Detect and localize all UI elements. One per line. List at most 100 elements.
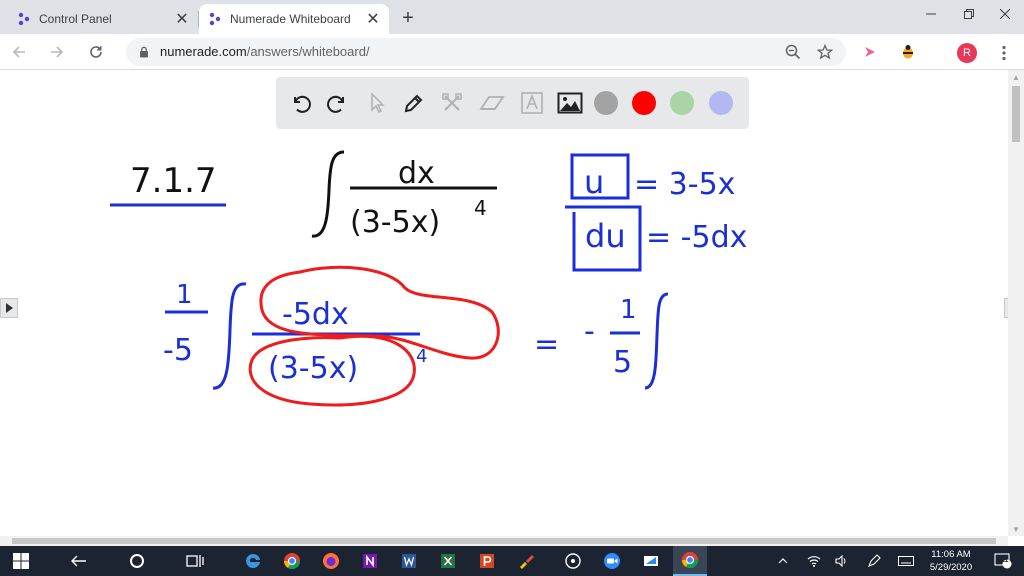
color-gray-swatch[interactable] xyxy=(594,91,618,115)
word-icon xyxy=(402,554,416,568)
scroll-down-icon[interactable]: ▼ xyxy=(1008,522,1024,536)
word-app-button[interactable] xyxy=(392,546,426,576)
color-red-swatch[interactable] xyxy=(632,91,656,115)
zoom-app-button[interactable] xyxy=(595,546,629,576)
pen-workspace-button[interactable] xyxy=(866,553,882,569)
zoom-button[interactable] xyxy=(783,42,803,62)
bee-extension-icon xyxy=(903,45,913,59)
text-tool-button[interactable] xyxy=(518,89,546,117)
wifi-status-button[interactable] xyxy=(806,553,822,569)
reload-button[interactable] xyxy=(82,38,110,66)
vertical-scroll-thumb[interactable] xyxy=(1012,86,1020,142)
clear-tool-button[interactable] xyxy=(438,89,466,117)
left-panel-toggle[interactable] xyxy=(0,298,18,318)
media-app-button[interactable] xyxy=(556,546,590,576)
wifi-icon xyxy=(807,556,821,567)
redo-icon xyxy=(327,95,344,113)
chrome-app-button[interactable] xyxy=(275,546,309,576)
pen-tool-button[interactable] xyxy=(400,89,428,117)
firefox-icon xyxy=(323,553,339,569)
profile-avatar[interactable]: R xyxy=(957,43,977,63)
tab-strip: Control Panel ✕ Numerade Whiteboard ✕ + xyxy=(0,0,1024,34)
cortana-circle-icon xyxy=(130,554,144,568)
tab-control-panel[interactable]: Control Panel ✕ xyxy=(8,4,198,34)
clear-icon xyxy=(442,93,462,111)
snip-app-button[interactable] xyxy=(634,546,668,576)
pen-workspace-icon xyxy=(868,554,881,567)
vertical-scrollbar[interactable]: ▲ ▼ xyxy=(1008,70,1024,536)
close-tab-icon[interactable]: ✕ xyxy=(363,9,383,29)
whiteboard-canvas[interactable] xyxy=(0,70,1008,536)
arrow-right-icon xyxy=(6,303,13,313)
pen-icon xyxy=(404,94,423,113)
back-button[interactable] xyxy=(5,38,33,66)
chrome-icon xyxy=(681,552,699,569)
horizontal-scroll-thumb[interactable] xyxy=(12,538,996,544)
clock-date: 5/29/2020 xyxy=(929,562,973,573)
edge-app-button[interactable] xyxy=(236,546,270,576)
extension-honey-button[interactable] xyxy=(898,42,918,62)
address-bar[interactable]: numerade.com/answers/whiteboard/ xyxy=(126,38,846,66)
tab-numerade-whiteboard[interactable]: Numerade Whiteboard ✕ xyxy=(199,4,389,34)
notification-count: 11 xyxy=(1001,557,1009,564)
task-view-icon xyxy=(186,555,204,567)
show-hidden-icons-button[interactable] xyxy=(775,553,791,569)
scroll-up-icon[interactable]: ▲ xyxy=(1008,70,1024,84)
minimize-icon xyxy=(926,13,936,15)
color-green-swatch[interactable] xyxy=(670,91,694,115)
image-tool-button[interactable] xyxy=(556,89,584,117)
lock-icon xyxy=(140,46,148,58)
firefox-app-button[interactable] xyxy=(314,546,348,576)
keyboard-button[interactable] xyxy=(898,553,914,569)
bookmark-button[interactable] xyxy=(815,42,835,62)
excel-icon xyxy=(441,554,455,568)
eraser-tool-button[interactable] xyxy=(478,89,506,117)
redo-button[interactable] xyxy=(324,89,352,117)
zoom-meeting-icon xyxy=(604,553,620,569)
browser-toolbar: numerade.com/answers/whiteboard/ R xyxy=(0,34,1024,70)
extension-arrow-icon xyxy=(865,47,875,57)
close-tab-icon[interactable]: ✕ xyxy=(172,9,192,29)
tab-title: Numerade Whiteboard xyxy=(230,12,351,26)
reload-icon xyxy=(90,46,102,58)
action-center-button[interactable]: 11 xyxy=(992,553,1014,569)
numerade-favicon-icon xyxy=(18,12,30,26)
pointer-tool-button[interactable] xyxy=(362,89,390,117)
chrome-active-app-button[interactable] xyxy=(673,546,707,576)
start-button[interactable] xyxy=(4,546,38,576)
paint-icon xyxy=(520,555,534,569)
eraser-icon xyxy=(479,96,505,110)
more-vert-icon xyxy=(1002,45,1006,61)
forward-button[interactable] xyxy=(43,38,71,66)
new-tab-button[interactable]: + xyxy=(396,6,420,30)
url-host: numerade.com xyxy=(160,44,247,59)
horizontal-scrollbar[interactable] xyxy=(0,536,1008,546)
chrome-icon xyxy=(283,553,301,570)
powerpoint-app-button[interactable] xyxy=(470,546,504,576)
onenote-app-button[interactable] xyxy=(353,546,387,576)
browser-menu-button[interactable] xyxy=(994,42,1014,64)
undo-button[interactable] xyxy=(286,89,314,117)
taskbar-back-button[interactable] xyxy=(62,546,96,576)
powerpoint-icon xyxy=(480,554,494,568)
close-window-button[interactable] xyxy=(982,0,1024,28)
restore-icon xyxy=(964,9,974,19)
windows-taskbar: 11:06 AM 5/29/2020 11 xyxy=(0,546,1024,576)
url-text: numerade.com/answers/whiteboard/ xyxy=(160,44,370,59)
edge-icon xyxy=(246,553,260,568)
volume-button[interactable] xyxy=(834,553,850,569)
pointer-icon xyxy=(371,92,385,114)
paint-app-button[interactable] xyxy=(509,546,543,576)
cortana-button[interactable] xyxy=(120,546,154,576)
media-disc-icon xyxy=(565,553,581,569)
color-blue-swatch[interactable] xyxy=(709,91,733,115)
chevron-up-icon xyxy=(778,558,788,564)
star-icon xyxy=(817,44,833,60)
tab-title: Control Panel xyxy=(39,12,112,26)
task-view-button[interactable] xyxy=(178,546,212,576)
extension-cast-button[interactable] xyxy=(860,42,880,62)
whiteboard-toolbar xyxy=(276,77,749,129)
back-arrow-icon xyxy=(12,46,25,58)
clock[interactable]: 11:06 AM 5/29/2020 xyxy=(922,548,980,574)
excel-app-button[interactable] xyxy=(431,546,465,576)
